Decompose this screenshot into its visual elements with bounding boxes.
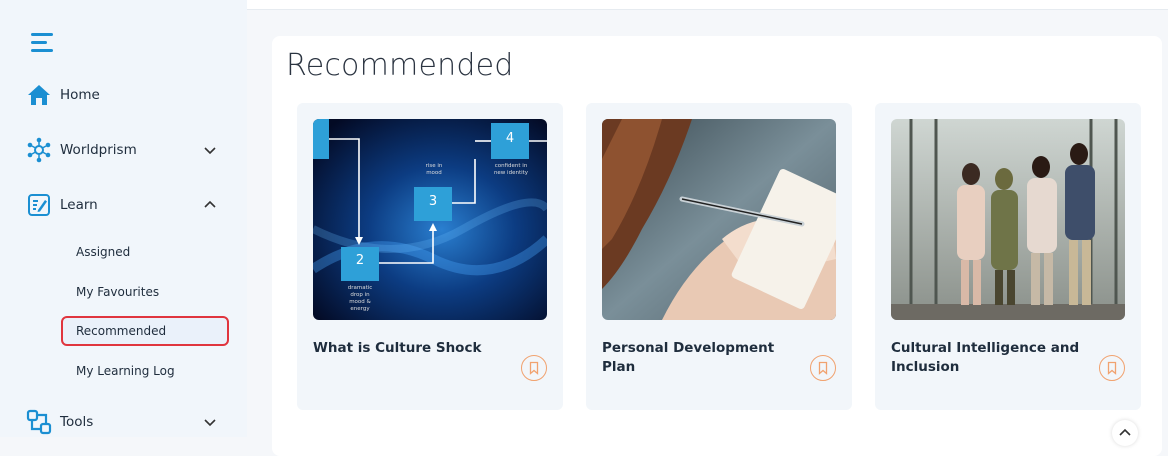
recommended-panel: Recommended 2 3 4 rise in mood confident…	[272, 36, 1162, 456]
sidebar-subitem-my-learning-log[interactable]: My Learning Log	[62, 356, 230, 386]
top-bar	[247, 0, 1168, 10]
course-title[interactable]: Cultural Intelligence and Inclusion	[891, 339, 1091, 377]
sidebar-subitem-my-favourites[interactable]: My Favourites	[62, 277, 230, 307]
course-thumbnail[interactable]: 2 3 4 rise in mood confident in new iden…	[313, 119, 547, 320]
chevron-up-icon[interactable]	[202, 197, 218, 213]
chevron-up-icon	[1119, 428, 1131, 436]
book-icon	[26, 192, 52, 218]
sidebar-item-tools[interactable]: Tools	[26, 406, 226, 438]
bookmark-button[interactable]	[810, 355, 836, 381]
culture-shock-caption: rise in mood	[425, 163, 443, 176]
course-thumbnail[interactable]	[891, 119, 1125, 320]
sidebar-item-label: Tools	[60, 414, 94, 430]
bookmark-icon	[529, 361, 539, 375]
culture-shock-caption: dramatic drop in mood & energy	[347, 285, 373, 312]
sidebar-subitem-assigned[interactable]: Assigned	[62, 237, 230, 267]
bookmark-button[interactable]	[521, 355, 547, 381]
network-icon	[26, 137, 52, 163]
sidebar-item-home[interactable]: Home	[26, 79, 226, 111]
course-card[interactable]: Personal Development Plan	[586, 103, 852, 410]
tools-icon	[26, 409, 52, 435]
culture-shock-step-2: 2	[355, 253, 365, 268]
sidebar-item-label: Home	[60, 87, 100, 103]
chevron-down-icon[interactable]	[202, 142, 218, 158]
course-title[interactable]: What is Culture Shock	[313, 339, 503, 358]
sidebar-item-label: Worldprism	[60, 142, 137, 158]
bookmark-button[interactable]	[1099, 355, 1125, 381]
sidebar-subitem-recommended[interactable]: Recommended	[61, 316, 229, 346]
scroll-button[interactable]	[1112, 420, 1138, 446]
chevron-down-icon[interactable]	[202, 414, 218, 430]
culture-shock-step-3: 3	[428, 194, 438, 209]
sidebar: Home Worldprism Learn Assigned My Favour…	[0, 0, 247, 437]
bookmark-icon	[1107, 361, 1117, 375]
course-card[interactable]: Cultural Intelligence and Inclusion	[875, 103, 1141, 410]
course-thumbnail[interactable]	[602, 119, 836, 320]
sidebar-item-label: Learn	[60, 197, 98, 213]
sidebar-item-learn[interactable]: Learn	[26, 189, 226, 221]
menu-toggle-icon[interactable]	[31, 33, 53, 53]
home-icon	[26, 82, 52, 108]
sidebar-item-worldprism[interactable]: Worldprism	[26, 134, 226, 166]
bookmark-icon	[818, 361, 828, 375]
culture-shock-step-4: 4	[505, 131, 515, 146]
page-title: Recommended	[286, 48, 514, 83]
course-title[interactable]: Personal Development Plan	[602, 339, 812, 377]
course-card[interactable]: 2 3 4 rise in mood confident in new iden…	[297, 103, 563, 410]
culture-shock-caption: confident in new identity	[493, 163, 529, 176]
